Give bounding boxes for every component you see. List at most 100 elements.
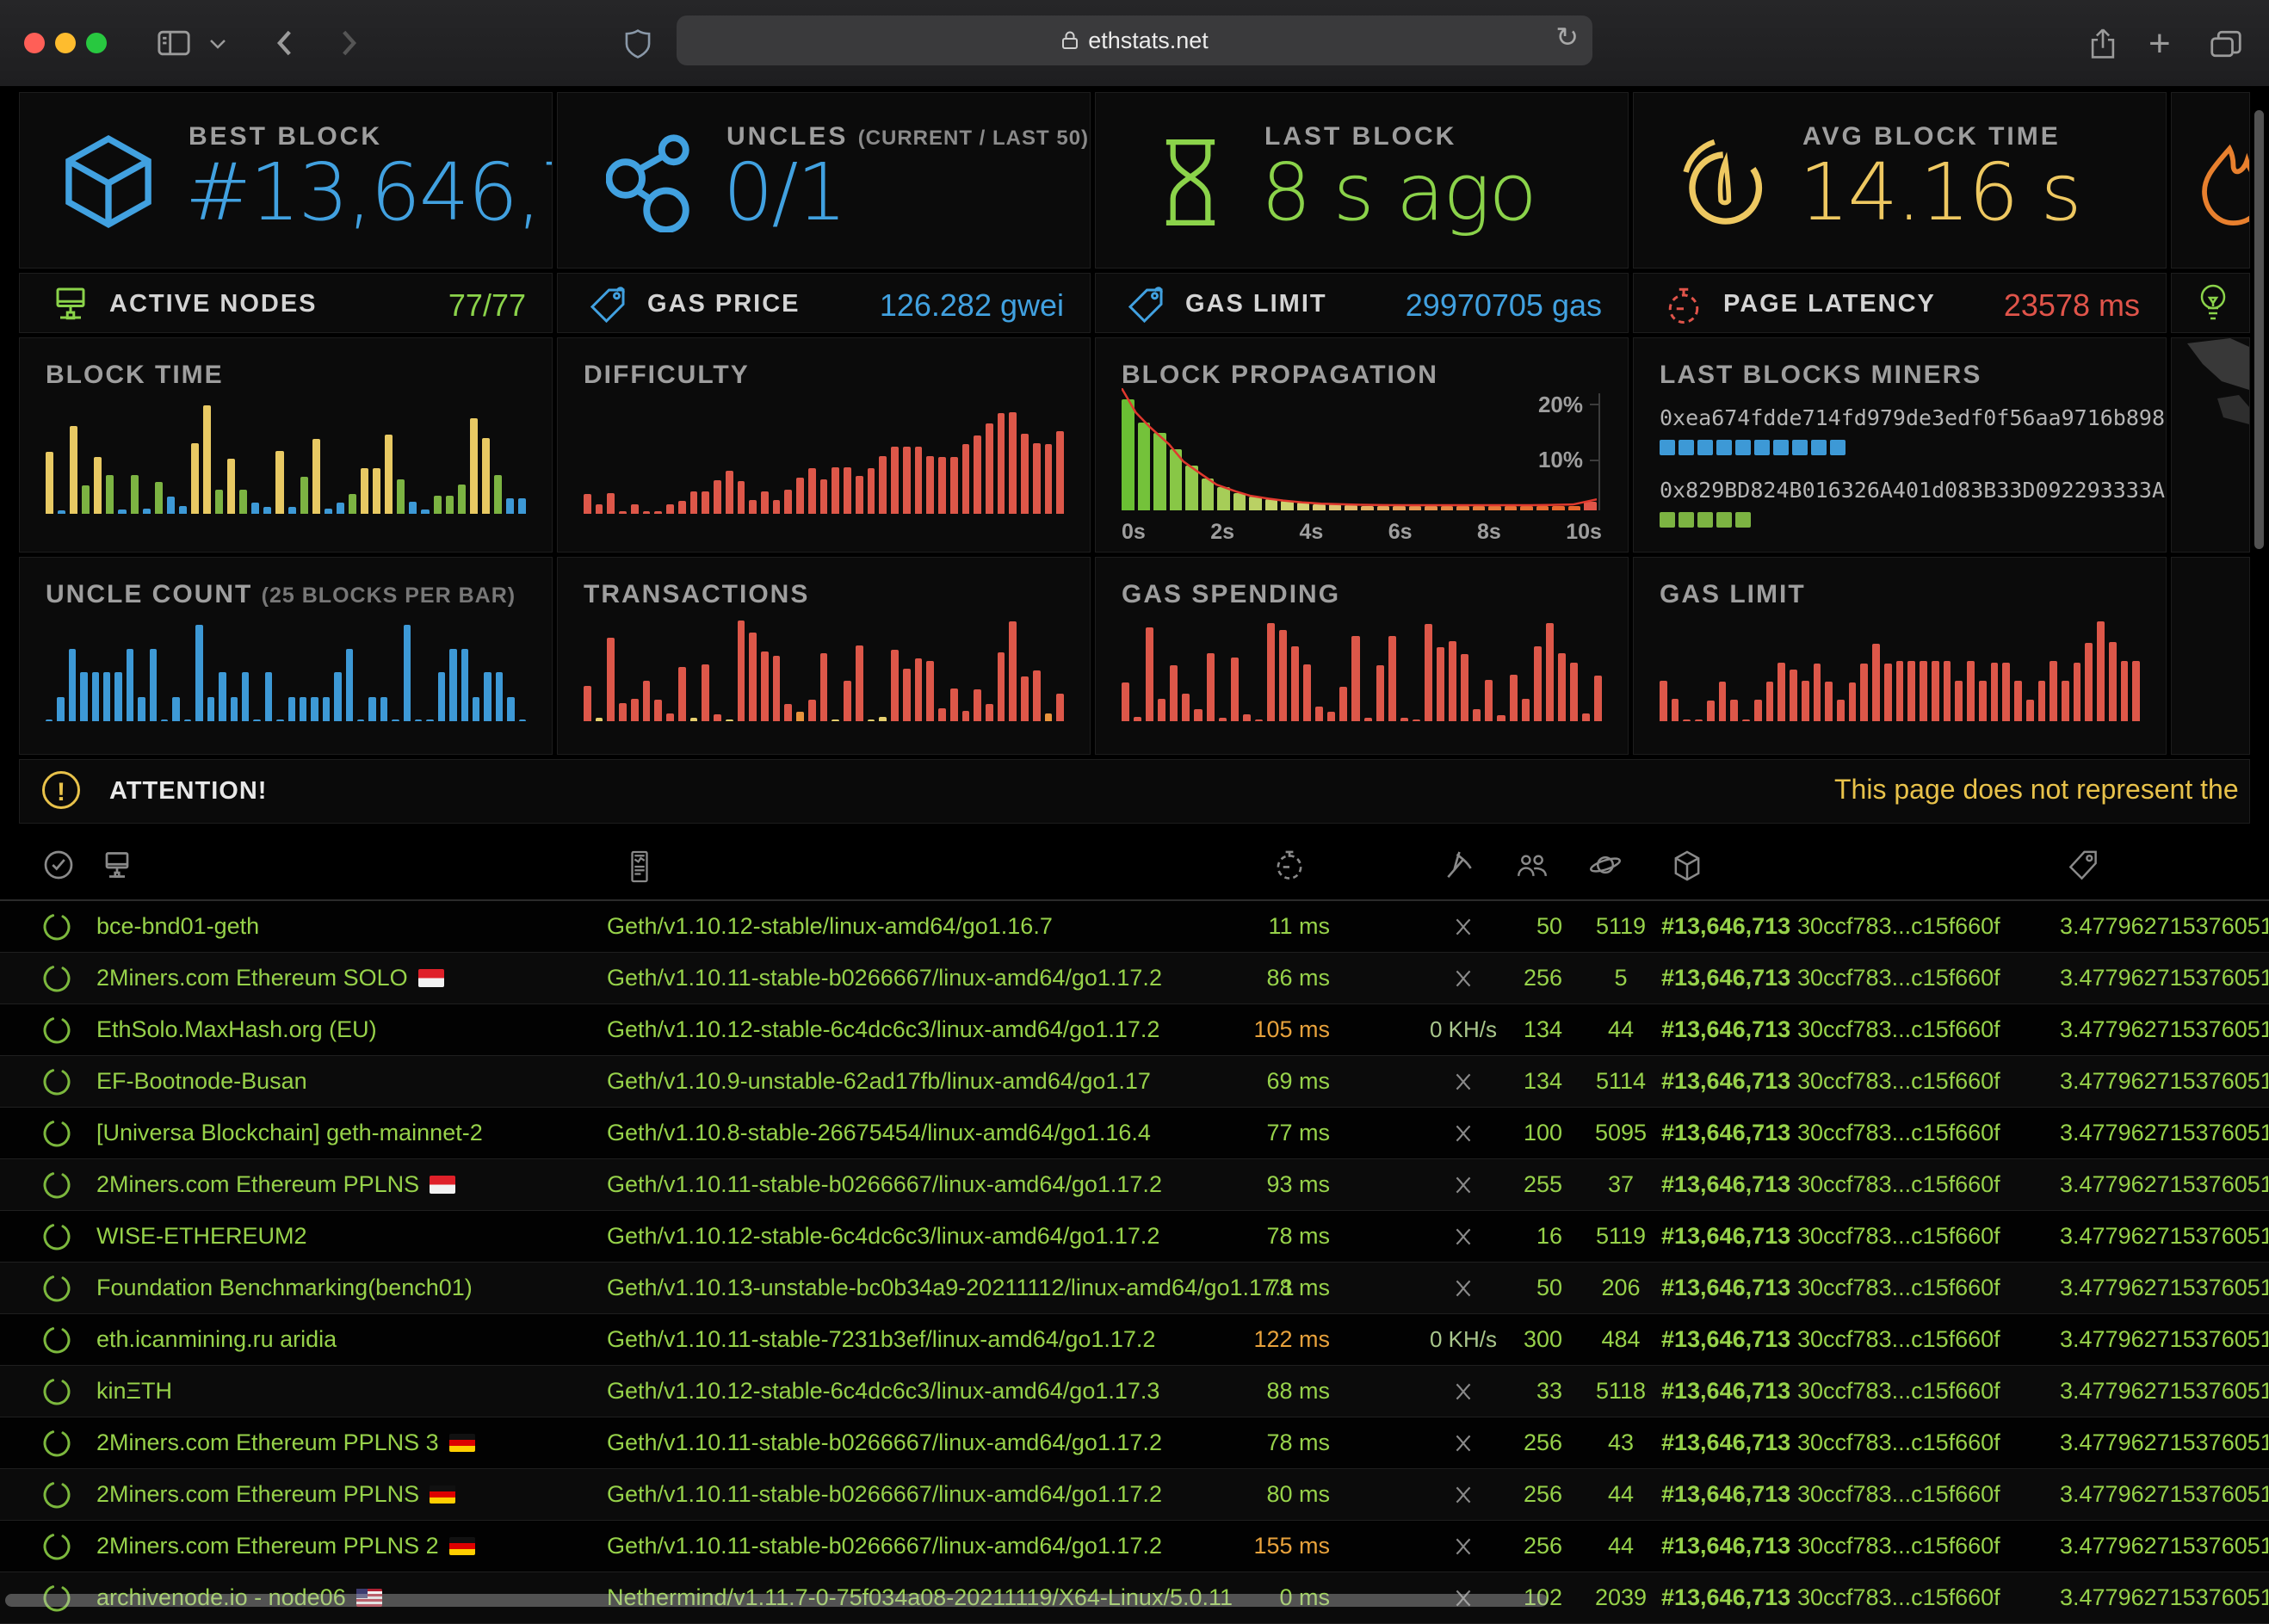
bar — [276, 719, 283, 721]
page-latency-label: PAGE LATENCY — [1723, 290, 1936, 318]
uncles-panel: UNCLES (CURRENT / LAST 50) 0/1 — [557, 92, 1091, 269]
node-total-difficulty: 3.477962715376051e+22 — [2060, 901, 2268, 952]
node-total-difficulty: 3.477962715376051e+22 — [2060, 1159, 2268, 1210]
bar — [311, 697, 318, 721]
node-table-body: bce-bnd01-gethGeth/v1.10.12-stable/linux… — [0, 901, 2269, 1624]
bar — [1413, 719, 1420, 721]
table-row[interactable]: 2Miners.com Ethereum SOLOGeth/v1.10.11-s… — [0, 953, 2269, 1004]
bar — [1510, 675, 1518, 721]
bar — [461, 649, 468, 721]
new-tab-button[interactable]: + — [2148, 22, 2171, 65]
block-time-chart — [46, 405, 526, 514]
node-latency: 11 ms — [1218, 901, 1330, 952]
bar — [891, 650, 899, 721]
bar — [1546, 623, 1554, 721]
table-row[interactable]: bce-bnd01-gethGeth/v1.10.12-stable/linux… — [0, 901, 2269, 953]
node-peers: 100 — [1492, 1108, 1562, 1158]
miner-address[interactable]: 0x829BD824B016326A401d083B33D092293333A8… — [1660, 478, 2167, 503]
node-last-block: #13,646,713 — [1661, 1572, 1790, 1623]
vertical-scrollbar[interactable] — [2254, 110, 2264, 549]
bar — [666, 713, 674, 721]
table-row[interactable]: EthSolo.MaxHash.org (EU)Geth/v1.10.12-st… — [0, 1004, 2269, 1056]
bar — [1754, 700, 1762, 721]
bar — [1045, 444, 1053, 514]
chevron-down-icon[interactable] — [208, 38, 227, 50]
uncle-count-chart — [46, 620, 526, 721]
node-status-icon — [41, 1066, 72, 1097]
bar — [749, 500, 757, 514]
node-peers: 134 — [1492, 1056, 1562, 1107]
table-row[interactable]: 2Miners.com Ethereum PPLNS 3Geth/v1.10.1… — [0, 1417, 2269, 1469]
node-peers: 256 — [1492, 953, 1562, 1003]
bar — [1944, 661, 1951, 721]
bar — [1860, 664, 1868, 721]
back-button[interactable] — [270, 26, 301, 60]
table-row[interactable]: Foundation Benchmarking(bench01)Geth/v1.… — [0, 1263, 2269, 1314]
horizontal-scrollbar[interactable] — [5, 1594, 1548, 1607]
bar — [832, 719, 839, 721]
bar — [1243, 714, 1251, 721]
bar — [1683, 719, 1691, 721]
table-row[interactable]: eth.icanmining.ru aridiaGeth/v1.10.11-st… — [0, 1314, 2269, 1366]
node-block-hash: 30ccf783...c15f660f — [1797, 1056, 2000, 1107]
exclamation-icon: ! — [42, 771, 80, 809]
forward-button[interactable] — [332, 26, 363, 60]
bar — [856, 645, 863, 722]
bar — [215, 490, 223, 514]
table-row[interactable]: kinΞTHGeth/v1.10.12-stable-6c4dc6c3/linu… — [0, 1366, 2269, 1417]
table-row[interactable]: 2Miners.com Ethereum PPLNSGeth/v1.10.11-… — [0, 1469, 2269, 1521]
bar — [749, 633, 757, 721]
bar — [1719, 682, 1727, 721]
address-bar[interactable]: ethstats.net ↻ — [677, 15, 1592, 65]
share-icon[interactable] — [2087, 26, 2119, 62]
close-window-button[interactable] — [24, 33, 45, 53]
bar — [796, 478, 804, 514]
bar — [654, 700, 662, 721]
table-row[interactable]: 2Miners.com Ethereum PPLNSGeth/v1.10.11-… — [0, 1159, 2269, 1211]
bar — [519, 719, 526, 721]
bar — [1461, 654, 1468, 721]
miner-address[interactable]: 0xea674fdde714fd979de3edf0f56aa9716b898e… — [1660, 405, 2167, 430]
minimize-window-button[interactable] — [55, 33, 76, 53]
table-row[interactable]: [Universa Blockchain] geth-mainnet-2Geth… — [0, 1108, 2269, 1159]
bar — [323, 697, 330, 721]
secondary-stats-row: ACTIVE NODES 77/77 GAS PRICE 126.282 gwe… — [19, 273, 2250, 333]
bar — [349, 494, 356, 514]
bar — [1707, 701, 1715, 721]
uncle-count-chart-panel: UNCLE COUNT (25 BLOCKS PER BAR) — [19, 557, 553, 755]
best-block-panel: BEST BLOCK #13,646,713 — [19, 92, 553, 269]
refresh-icon[interactable]: ↻ — [1555, 21, 1579, 53]
bar — [288, 697, 295, 721]
bar — [619, 511, 627, 514]
difficulty-chart-panel: DIFFICULTY — [557, 337, 1091, 553]
bar — [275, 451, 283, 514]
gas-limit-label: GAS LIMIT — [1185, 290, 1327, 318]
zoom-window-button[interactable] — [86, 33, 107, 53]
node-type: Geth/v1.10.8-stable-26675454/linux-amd64… — [607, 1108, 1151, 1158]
hourglass-icon — [1147, 131, 1233, 234]
sidebar-toggle-icon[interactable] — [157, 26, 191, 60]
bar — [1955, 681, 1963, 721]
node-pending-tx: 44 — [1580, 1004, 1662, 1055]
bar — [434, 496, 442, 514]
miners-title: LAST BLOCKS MINERS — [1660, 361, 1982, 390]
node-peers: 33 — [1492, 1366, 1562, 1417]
status-check-icon — [43, 849, 74, 880]
node-status-icon — [41, 1170, 72, 1201]
bar — [1207, 653, 1215, 721]
table-row[interactable]: WISE-ETHEREUM2Geth/v1.10.12-stable-6c4dc… — [0, 1211, 2269, 1263]
bar — [69, 649, 76, 721]
bar — [584, 494, 591, 514]
node-total-difficulty: 3.477962715376051e+22 — [2060, 1056, 2268, 1107]
bar — [938, 708, 946, 721]
privacy-shield-icon[interactable] — [621, 26, 654, 62]
node-latency: 88 ms — [1218, 1366, 1330, 1417]
gas-limit-panel: GAS LIMIT 29970705 gas — [1095, 273, 1629, 333]
bar — [1730, 700, 1738, 721]
node-type: Geth/v1.10.12-stable-6c4dc6c3/linux-amd6… — [607, 1004, 1159, 1055]
tab-overview-icon[interactable] — [2209, 26, 2243, 62]
table-row[interactable]: 2Miners.com Ethereum PPLNS 2Geth/v1.10.1… — [0, 1521, 2269, 1572]
cube-icon — [58, 131, 159, 232]
flame-icon — [2192, 139, 2250, 232]
table-row[interactable]: EF-Bootnode-BusanGeth/v1.10.9-unstable-6… — [0, 1056, 2269, 1108]
